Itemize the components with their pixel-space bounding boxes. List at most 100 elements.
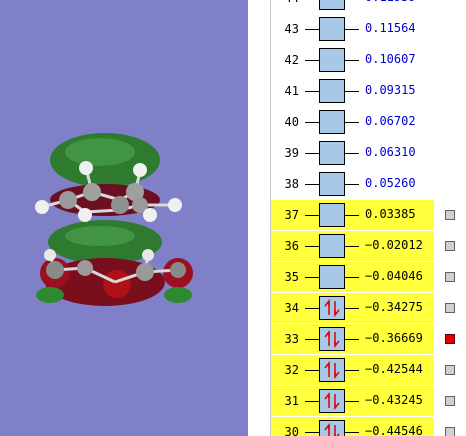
orbital-number: 36: [284, 239, 299, 253]
level-line-left: [305, 339, 319, 340]
energy-level-box[interactable]: [319, 234, 345, 258]
orbital-row-38[interactable]: 38 0.05260: [271, 169, 434, 199]
energy-level-box[interactable]: [319, 0, 345, 10]
level-line-left: [305, 308, 319, 309]
level-line-left: [305, 91, 319, 92]
level-line-left: [305, 153, 319, 154]
electron-pair-arrows-icon: [324, 330, 340, 348]
energy-level-box[interactable]: [319, 203, 345, 227]
level-line-left: [305, 29, 319, 30]
energy-level-box[interactable]: [319, 110, 345, 134]
level-line-right: [345, 29, 359, 30]
orbital-marker[interactable]: [445, 210, 455, 220]
orbital-energy: 0.05260: [365, 176, 416, 190]
orbital-energy: −0.02012: [365, 238, 423, 252]
level-line-left: [305, 215, 319, 216]
level-line-right: [345, 370, 359, 371]
level-line-left: [305, 370, 319, 371]
orbital-energy: 0.06702: [365, 114, 416, 128]
level-line-right: [345, 184, 359, 185]
orbital-marker-selected[interactable]: [445, 334, 455, 344]
orbital-energy: −0.04046: [365, 269, 423, 283]
orbital-row-30[interactable]: 30 −0.44546: [271, 417, 434, 436]
orbital-energy: −0.34275: [365, 300, 423, 314]
orbital-energy: −0.43245: [365, 393, 423, 407]
orbital-number: 44: [277, 0, 299, 5]
energy-level-box[interactable]: [319, 265, 345, 289]
orbital-marker[interactable]: [445, 241, 455, 251]
orbital-energy: 0.03385: [365, 207, 416, 221]
orbital-marker[interactable]: [445, 396, 455, 406]
energy-level-box[interactable]: [319, 420, 345, 436]
orbital-number: 43: [284, 22, 299, 36]
orbital-energy: 0.11564: [365, 21, 416, 35]
orbital-number: 33: [284, 332, 299, 346]
orbital-row-31[interactable]: 31 −0.43245: [271, 386, 434, 416]
orbital-energy: 0.11939: [365, 0, 416, 4]
orbital-number: 34: [284, 301, 299, 315]
level-line-right: [345, 153, 359, 154]
electron-pair-arrows-icon: [324, 299, 340, 317]
electron-pair-arrows-icon: [324, 392, 340, 410]
orbital-number: 42: [284, 53, 299, 67]
level-line-right: [345, 122, 359, 123]
orbital-row-35[interactable]: 35 −0.04046: [271, 262, 434, 292]
orbital-number: 39: [284, 146, 299, 160]
orbital-row-34[interactable]: 34 −0.34275: [271, 293, 434, 323]
molecule-viewer[interactable]: [0, 0, 248, 436]
energy-level-box[interactable]: [319, 79, 345, 103]
orbital-row-32[interactable]: 32 −0.42544: [271, 355, 434, 385]
level-line-left: [305, 246, 319, 247]
orbital-number: 35: [284, 270, 299, 284]
orbital-row-41[interactable]: 41 0.09315: [271, 76, 434, 106]
molecular-orbital-render[interactable]: [0, 0, 248, 436]
level-line-right: [345, 91, 359, 92]
energy-level-box[interactable]: [319, 327, 345, 351]
level-line-left: [305, 60, 319, 61]
orbital-row-36[interactable]: 36 −0.02012: [271, 231, 434, 261]
orbital-row-37[interactable]: 37 0.03385: [271, 200, 434, 230]
orbital-row-43[interactable]: 43 0.11564: [271, 14, 434, 44]
mo-energy-panel[interactable]: 44 0.11939 43 0.11564 42 0.10607 41 0.09315 40 0.…: [271, 0, 466, 436]
orbital-number: 31: [284, 394, 299, 408]
electron-pair-arrows-icon: [324, 361, 340, 379]
orbital-row-40[interactable]: 40 0.06702: [271, 107, 434, 137]
orbital-number: 32: [284, 363, 299, 377]
electron-pair-arrows-icon: [324, 423, 340, 436]
level-line-left: [305, 184, 319, 185]
energy-level-box[interactable]: [319, 389, 345, 413]
energy-level-box[interactable]: [319, 172, 345, 196]
orbital-marker[interactable]: [445, 427, 455, 436]
orbital-row-44[interactable]: 44 0.11939: [271, 0, 434, 13]
energy-level-box[interactable]: [319, 17, 345, 41]
energy-level-box[interactable]: [319, 48, 345, 72]
level-line-right: [345, 401, 359, 402]
level-line-right: [345, 308, 359, 309]
orbital-number: 37: [284, 208, 299, 222]
level-line-right: [345, 339, 359, 340]
level-line-right: [345, 432, 359, 433]
panel-divider: [248, 0, 271, 436]
level-line-right: [345, 246, 359, 247]
orbital-energy: −0.36669: [365, 331, 423, 345]
level-line-left: [305, 277, 319, 278]
orbital-energy: 0.10607: [365, 52, 416, 66]
orbital-row-39[interactable]: 39 0.06310: [271, 138, 434, 168]
orbital-marker[interactable]: [445, 365, 455, 375]
level-line-right: [345, 215, 359, 216]
orbital-row-33[interactable]: 33 −0.36669: [271, 324, 434, 354]
orbital-number: 40: [284, 115, 299, 129]
orbital-marker[interactable]: [445, 303, 455, 313]
energy-level-box[interactable]: [319, 141, 345, 165]
level-line-left: [305, 401, 319, 402]
level-line-left: [305, 122, 319, 123]
orbital-energy: 0.09315: [365, 83, 416, 97]
energy-level-box[interactable]: [319, 296, 345, 320]
orbital-row-42[interactable]: 42 0.10607: [271, 45, 434, 75]
level-line-left: [305, 432, 319, 433]
orbital-number: 30: [284, 425, 299, 436]
energy-level-box[interactable]: [319, 358, 345, 382]
orbital-marker[interactable]: [445, 272, 455, 282]
orbital-number: 41: [284, 84, 299, 98]
level-line-right: [345, 60, 359, 61]
